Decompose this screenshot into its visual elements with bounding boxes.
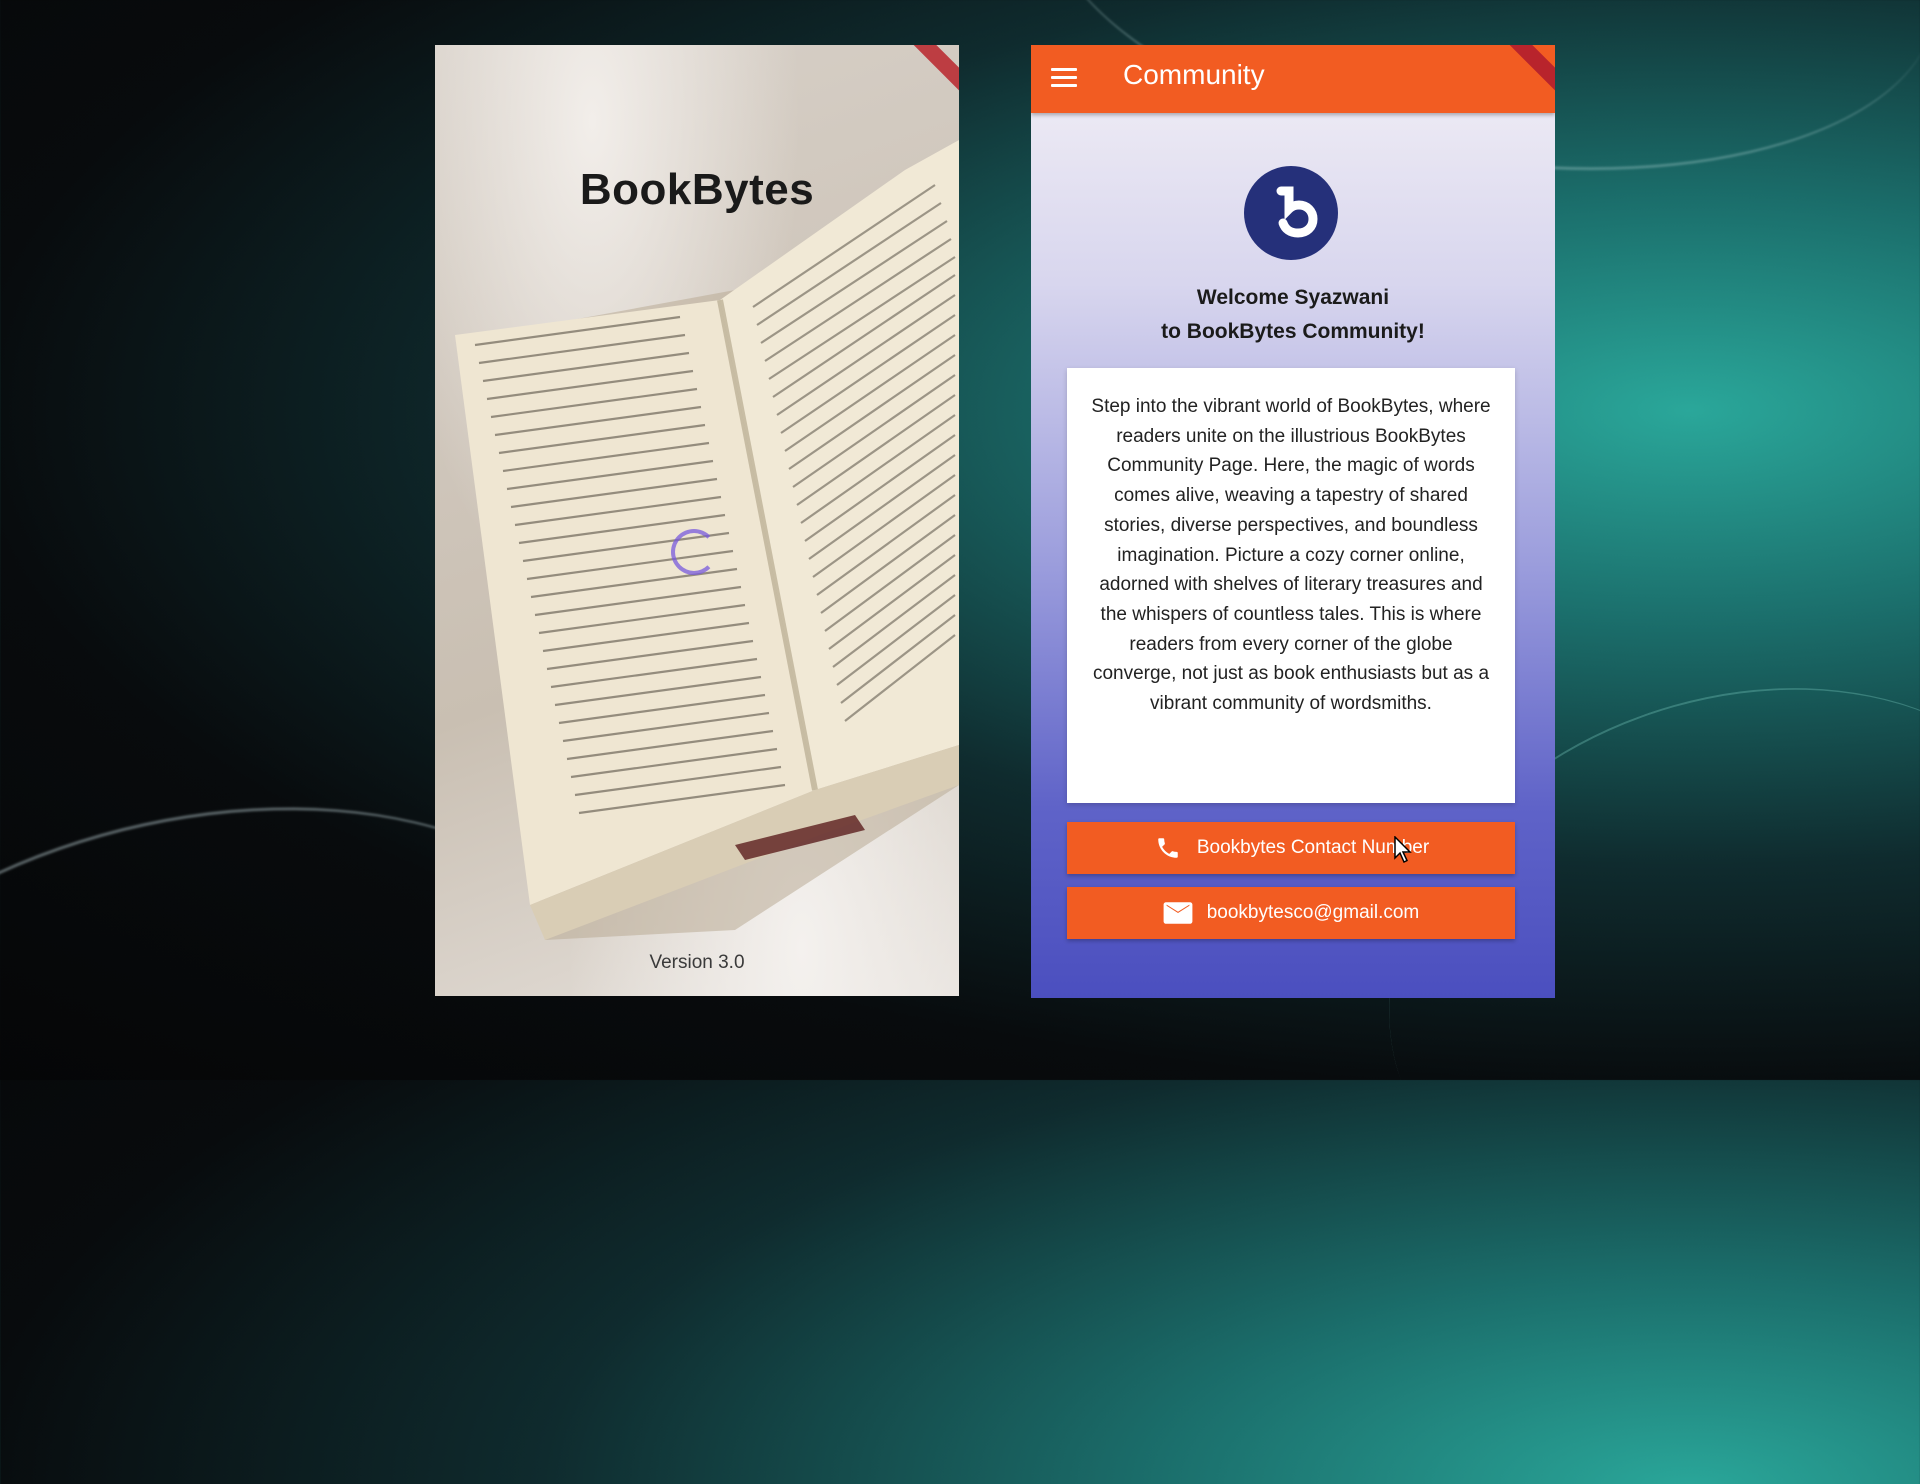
version-label: Version 3.0 <box>649 952 745 973</box>
menu-icon[interactable] <box>1049 63 1079 93</box>
page-title: Community <box>1123 59 1265 90</box>
phone-icon <box>1153 835 1183 861</box>
app-title: BookBytes <box>579 165 815 214</box>
email-button[interactable]: bookbytesco@gmail.com <box>1067 887 1515 939</box>
cursor-icon <box>1394 836 1412 864</box>
welcome-line-1: Welcome Syazwani <box>1196 286 1390 309</box>
community-screen: Community Welcome Syazwani to BookBytes … <box>1031 45 1555 998</box>
welcome-line-2: to BookBytes Community! <box>1161 320 1425 343</box>
description-text: Step into the vibrant world of BookBytes… <box>1091 396 1491 715</box>
description-card: Step into the vibrant world of BookBytes… <box>1067 368 1515 803</box>
mail-icon <box>1163 900 1193 926</box>
splash-screen: BookBytes Version 3.0 <box>435 45 959 996</box>
welcome-message: Welcome Syazwani to BookBytes Community! <box>1031 281 1555 349</box>
spinner-icon <box>671 529 717 575</box>
contact-number-button[interactable]: Bookbytes Contact Number <box>1067 822 1515 874</box>
debug-banner <box>1503 45 1555 95</box>
app-bar: Community <box>1031 45 1555 113</box>
logo-icon <box>1244 166 1338 260</box>
email-label: bookbytesco@gmail.com <box>1206 902 1420 923</box>
